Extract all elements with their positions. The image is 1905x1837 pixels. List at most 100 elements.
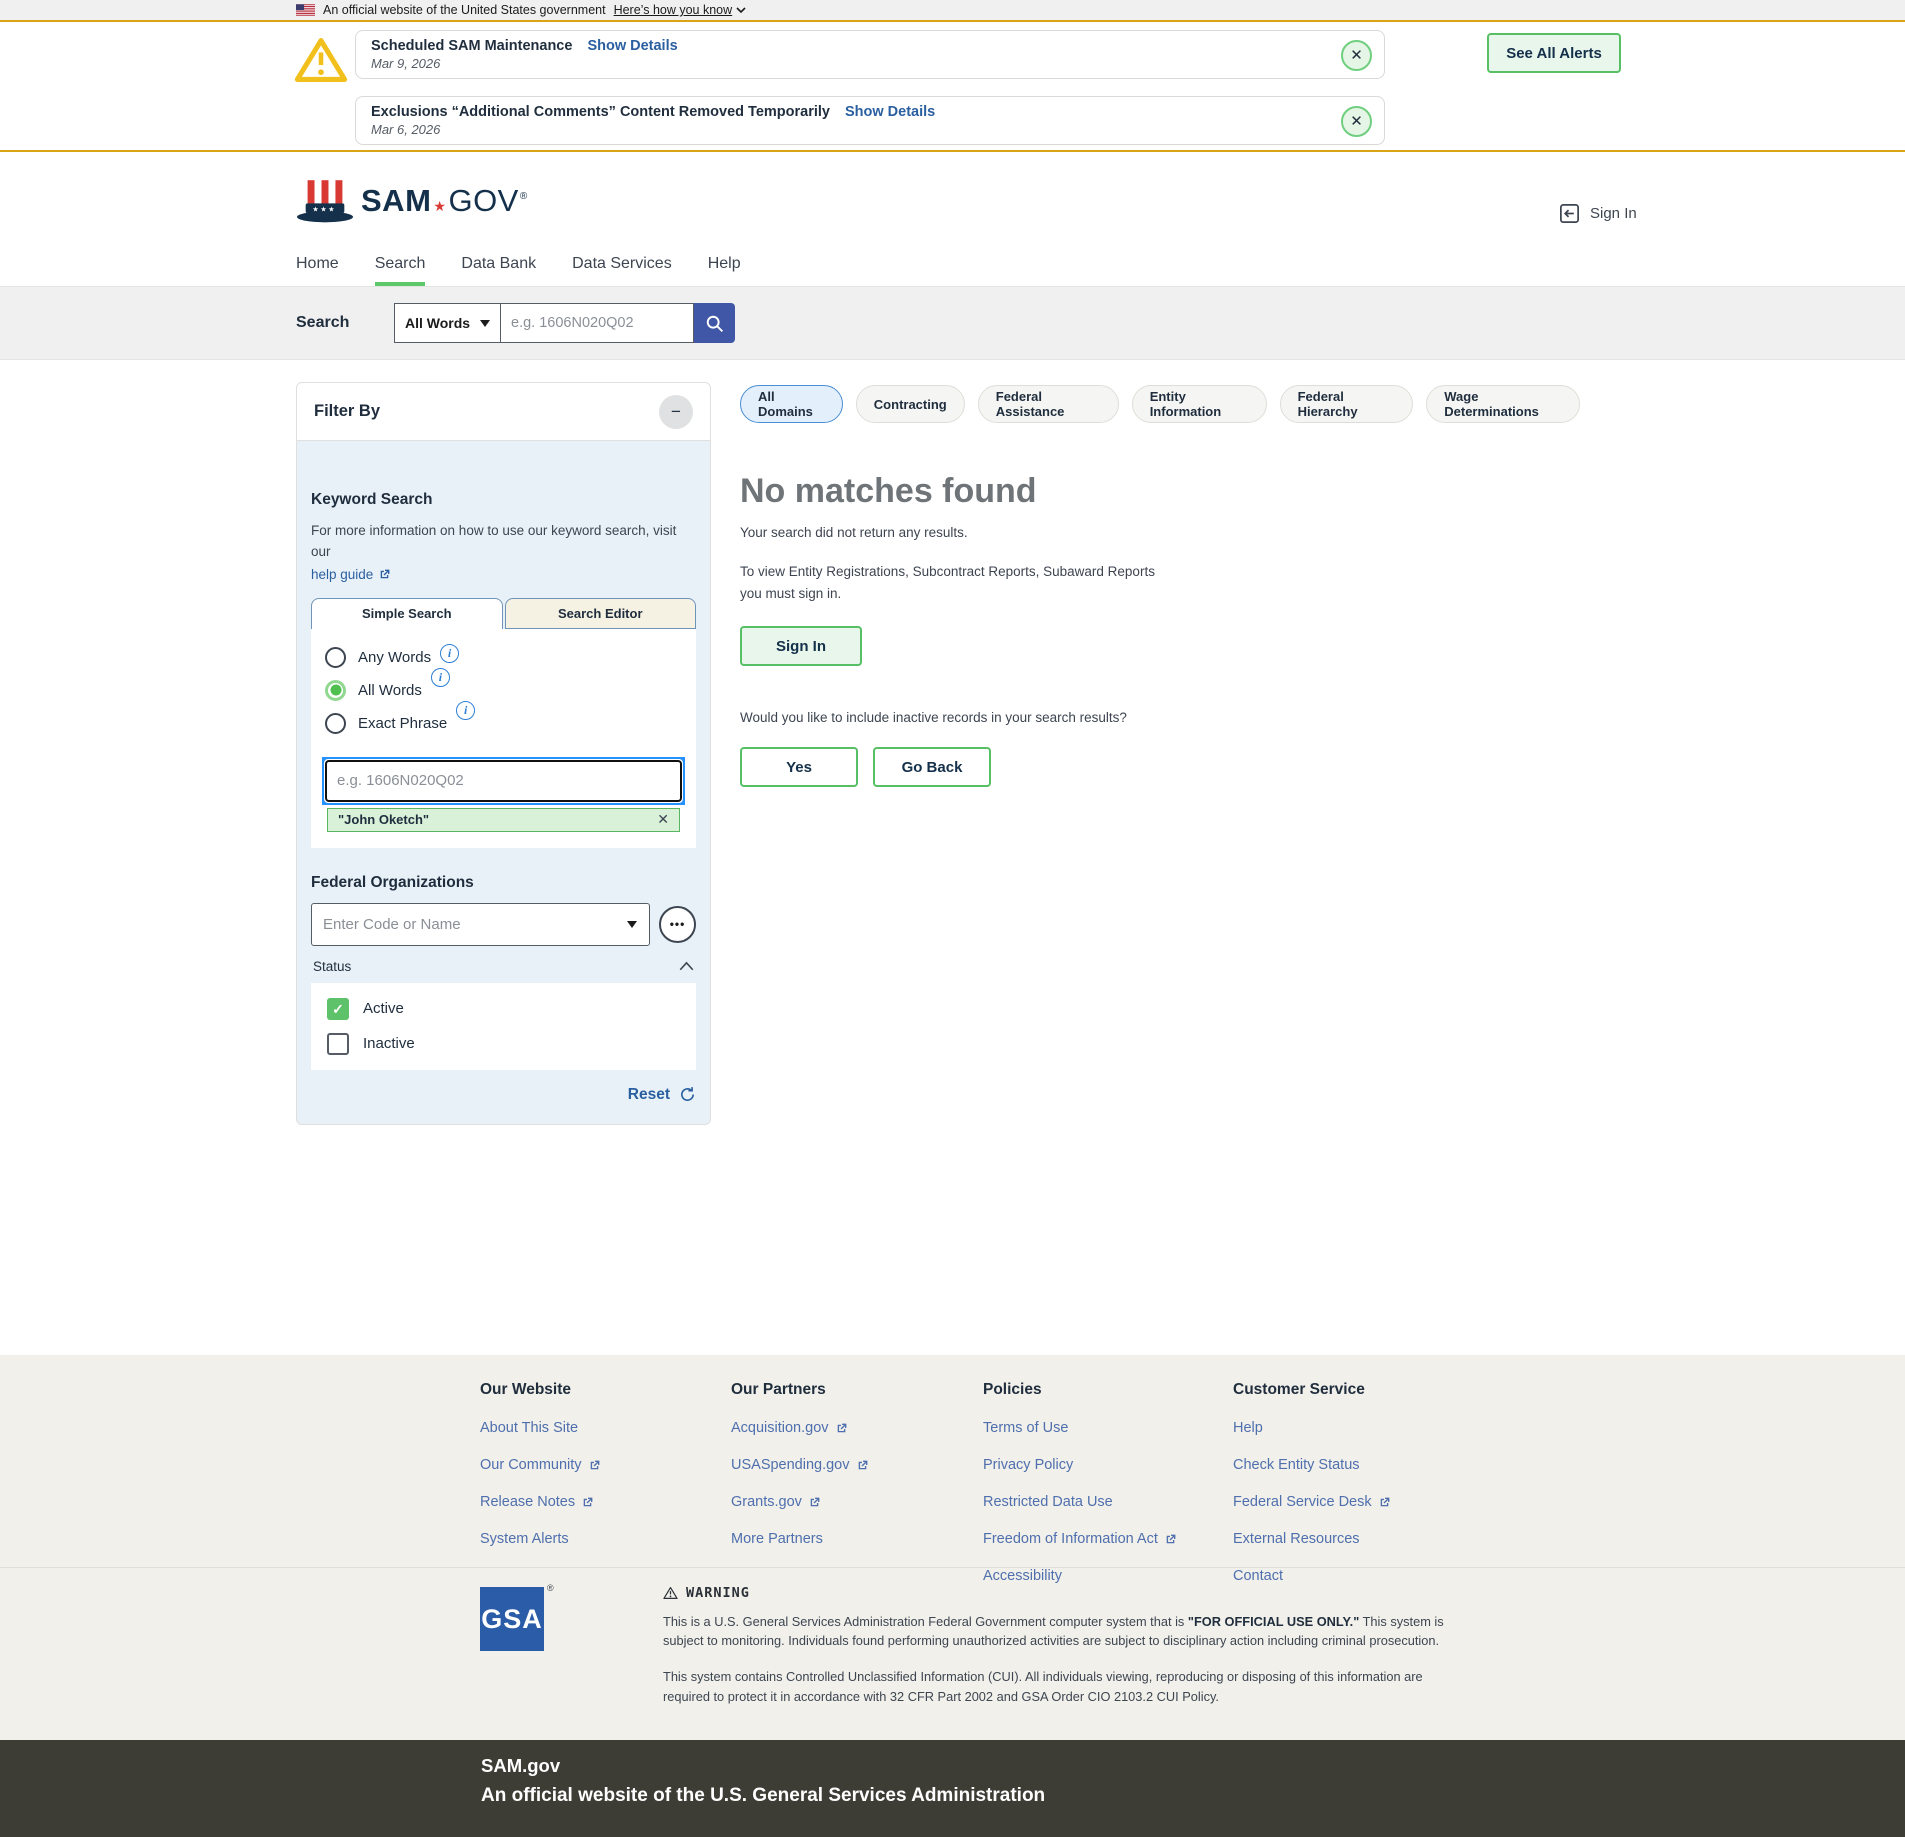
footer-link-label: Help — [1233, 1420, 1263, 1436]
footer-link[interactable]: Acquisition.gov — [731, 1420, 869, 1436]
footer-link[interactable]: More Partners — [731, 1531, 869, 1547]
filter-panel: Filter By − Keyword Search For more info… — [296, 382, 711, 1125]
radio-any-words[interactable] — [325, 646, 346, 668]
alert-item: Scheduled SAM Maintenance Show Details M… — [355, 30, 1385, 79]
footer-link-label: About This Site — [480, 1420, 579, 1436]
footer-link[interactable]: Grants.gov — [731, 1494, 869, 1510]
footer-link[interactable]: Restricted Data Use — [983, 1494, 1177, 1510]
federal-org-input[interactable] — [311, 902, 650, 946]
federal-org-more-icon[interactable]: ••• — [659, 905, 696, 943]
gov-banner-text: An official website of the United States… — [323, 3, 606, 17]
footer-link[interactable]: Release Notes — [480, 1494, 601, 1510]
alert-show-details-link[interactable]: Show Details — [845, 104, 935, 120]
domain-wage-determinations[interactable]: Wage Determinations — [1426, 385, 1580, 423]
status-label: Status — [313, 958, 352, 974]
dark-footer: SAM.gov An official website of the U.S. … — [0, 1740, 1905, 1837]
alert-close-icon[interactable]: ✕ — [1341, 40, 1372, 71]
domain-federal-hierarchy[interactable]: Federal Hierarchy — [1279, 385, 1414, 423]
nav-search[interactable]: Search — [374, 255, 426, 286]
status-options-box: ✓ Active Inactive — [311, 982, 696, 1070]
warning-p1a: This is a U.S. General Services Administ… — [663, 1614, 1188, 1629]
how-you-know-link[interactable]: Here’s how you know — [614, 3, 747, 17]
footer-link-label: Check Entity Status — [1233, 1457, 1360, 1473]
footer-col-heading: Customer Service — [1233, 1381, 1365, 1398]
footer-link-label: Our Community — [480, 1457, 582, 1473]
see-all-alerts-button[interactable]: See All Alerts — [1487, 33, 1621, 73]
footer-link-label: Terms of Use — [983, 1420, 1069, 1436]
footer-link[interactable]: Help — [1233, 1420, 1391, 1436]
nav-data-services[interactable]: Data Services — [572, 255, 672, 286]
yes-button[interactable]: Yes — [740, 747, 858, 788]
domain-contracting[interactable]: Contracting — [855, 385, 965, 423]
federal-organizations-row: ••• — [311, 902, 696, 946]
external-link-icon — [810, 1497, 820, 1506]
collapse-filters-icon[interactable]: − — [659, 394, 693, 429]
reset-label: Reset — [627, 1085, 670, 1103]
search-submit-button[interactable] — [694, 303, 735, 343]
footer-link[interactable]: Accessibility — [983, 1568, 1177, 1584]
logo-gov: GOV — [448, 182, 519, 218]
footer-link-label: Grants.gov — [731, 1494, 802, 1510]
radio-all-words[interactable] — [325, 679, 346, 701]
domain-all-domains[interactable]: All Domains — [740, 385, 843, 423]
footer-link[interactable]: Contact — [1233, 1568, 1391, 1584]
footer-col-heading: Policies — [983, 1381, 1042, 1398]
alert-close-icon[interactable]: ✕ — [1341, 106, 1372, 137]
caret-down-icon — [480, 319, 490, 327]
sam-gov-logo[interactable]: ★ ★ ★ SAM ★ GOV ® — [296, 178, 528, 223]
footer-link[interactable]: Our Community — [480, 1457, 601, 1473]
header-sign-in[interactable]: Sign In — [1558, 202, 1637, 225]
go-back-button[interactable]: Go Back — [873, 747, 991, 788]
chip-remove-icon[interactable]: ✕ — [657, 811, 669, 828]
footer-link[interactable]: Freedom of Information Act — [983, 1531, 1177, 1547]
alerts-section: Scheduled SAM Maintenance Show Details M… — [0, 22, 1905, 152]
search-row-label: Search — [296, 314, 350, 331]
radio-exact-phrase[interactable] — [325, 712, 346, 734]
footer-link[interactable]: Federal Service Desk — [1233, 1494, 1391, 1510]
footer-link-label: Acquisition.gov — [731, 1420, 829, 1436]
gsa-registered-mark: ® — [547, 1583, 554, 1593]
main-nav: Home Search Data Bank Data Services Help — [296, 246, 741, 286]
caret-down-icon[interactable] — [627, 920, 637, 928]
domain-federal-assistance[interactable]: Federal Assistance — [977, 385, 1119, 423]
alert-item: Exclusions “Additional Comments” Content… — [355, 96, 1385, 145]
page: An official website of the United States… — [0, 0, 1905, 1837]
nav-home[interactable]: Home — [296, 255, 339, 286]
status-accordion-toggle[interactable]: Status — [311, 959, 696, 974]
footer-col-our-partners: Our Partners Acquisition.gov USASpending… — [731, 1381, 869, 1547]
global-search-input[interactable] — [501, 303, 694, 343]
footer-link[interactable]: System Alerts — [480, 1531, 601, 1547]
footer-link[interactable]: External Resources — [1233, 1531, 1391, 1547]
sign-in-button[interactable]: Sign In — [740, 626, 862, 667]
checkbox-active[interactable]: ✓ — [327, 997, 349, 1020]
footer-link[interactable]: Privacy Policy — [983, 1457, 1177, 1473]
tab-simple-search[interactable]: Simple Search — [311, 597, 503, 629]
tab-search-editor[interactable]: Search Editor — [504, 597, 696, 629]
external-link-icon — [837, 1423, 846, 1432]
footer-link[interactable]: Check Entity Status — [1233, 1457, 1391, 1473]
domain-entity-information[interactable]: Entity Information — [1131, 385, 1267, 423]
how-you-know-label: Here’s how you know — [613, 3, 733, 17]
reset-filters[interactable]: Reset — [311, 1086, 696, 1104]
footer-link[interactable]: Terms of Use — [983, 1420, 1177, 1436]
footer-col-heading: Our Partners — [731, 1381, 826, 1398]
uncle-sam-hat-icon: ★ ★ ★ — [296, 180, 354, 223]
info-icon[interactable]: i — [440, 643, 460, 663]
nav-help[interactable]: Help — [708, 255, 741, 286]
info-icon[interactable]: i — [430, 667, 450, 687]
status-active-row: ✓ Active — [327, 997, 680, 1020]
keyword-search-input[interactable] — [324, 758, 683, 803]
checkbox-inactive[interactable] — [327, 1032, 349, 1055]
search-mode-select[interactable]: All Words — [394, 303, 501, 343]
footer-link[interactable]: About This Site — [480, 1420, 601, 1436]
gov-banner: An official website of the United States… — [0, 0, 1905, 22]
alert-show-details-link[interactable]: Show Details — [587, 38, 677, 54]
include-inactive-question: Would you like to include inactive recor… — [740, 710, 1127, 726]
status-active-label: Active — [363, 1000, 404, 1018]
nav-data-bank[interactable]: Data Bank — [461, 255, 536, 286]
external-link-icon — [1166, 1534, 1176, 1543]
help-guide-link[interactable]: help guide — [311, 567, 391, 582]
domain-pills: All Domains Contracting Federal Assistan… — [740, 385, 1580, 423]
footer-link[interactable]: USASpending.gov — [731, 1457, 869, 1473]
info-icon[interactable]: i — [456, 700, 476, 720]
